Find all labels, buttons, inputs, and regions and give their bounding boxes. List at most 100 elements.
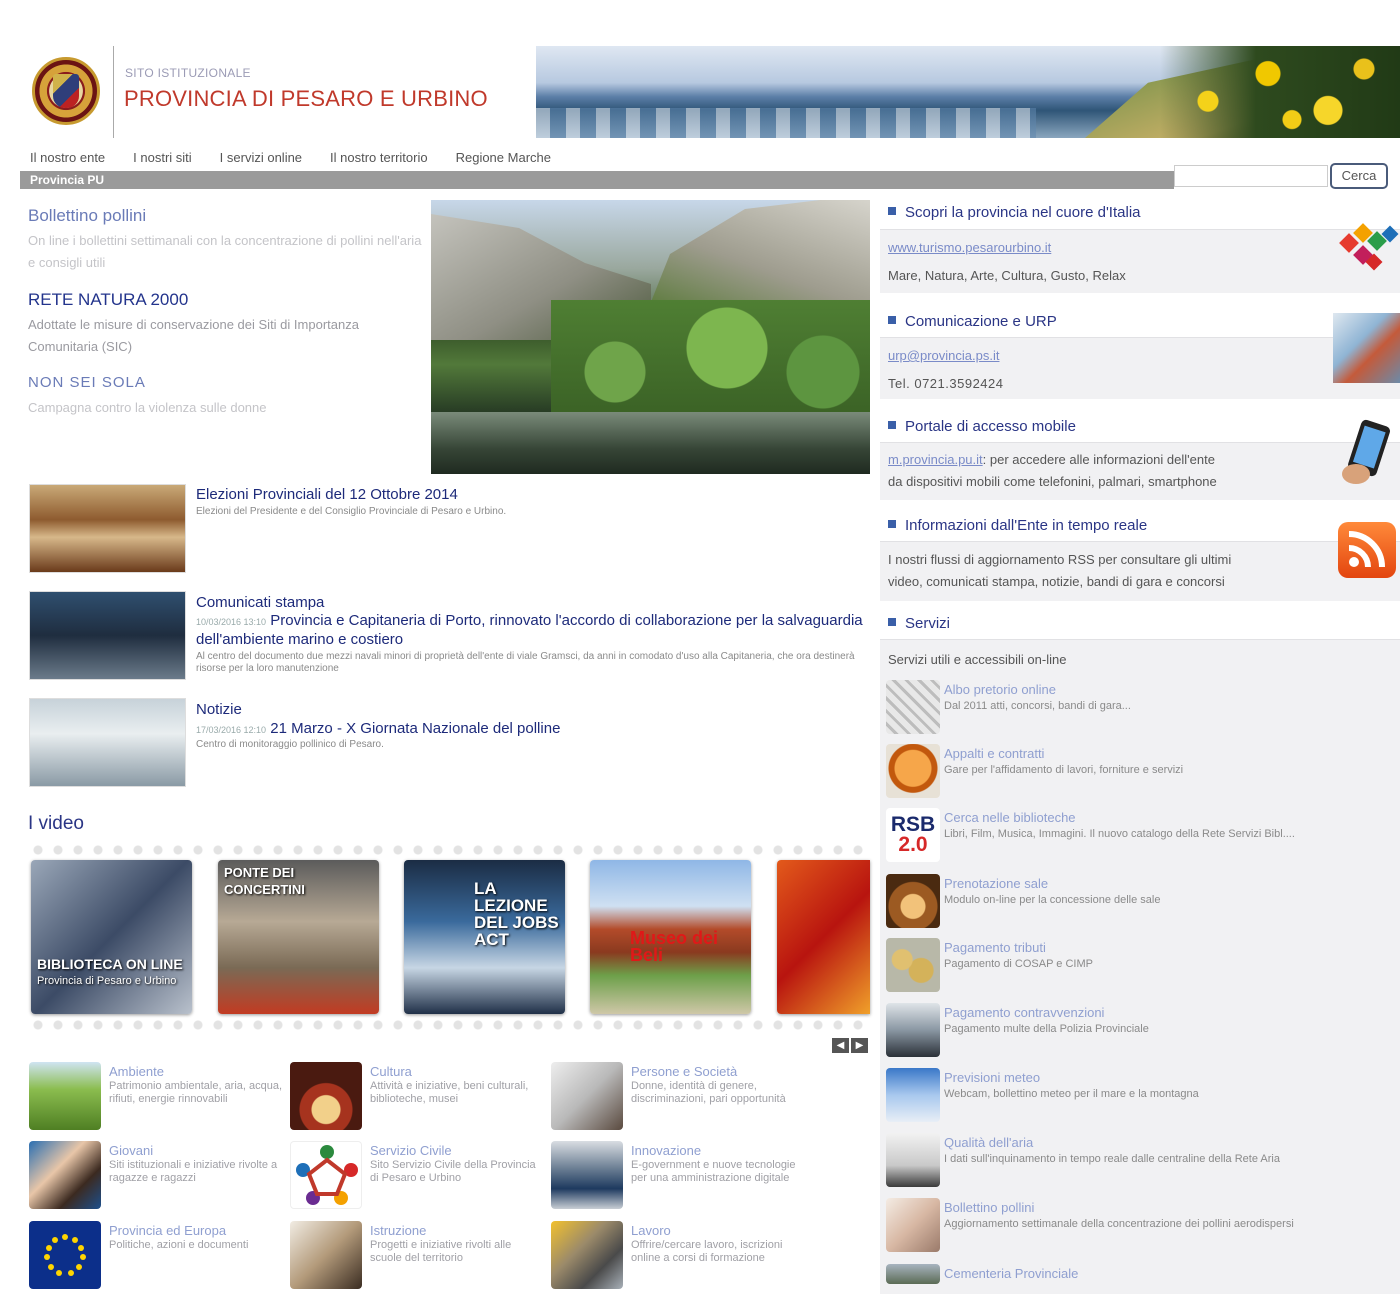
urp-office-image[interactable] bbox=[1333, 313, 1400, 383]
box-panel-mobile bbox=[880, 442, 1400, 500]
innovazione-icon bbox=[551, 1141, 623, 1209]
news-desc-comunicati: Al centro del documento due mezzi navali… bbox=[196, 651, 855, 674]
servizio-civile-icon bbox=[290, 1141, 362, 1209]
video-thumb-ponte[interactable]: PONTE DEI CONCERTINI bbox=[218, 860, 379, 1014]
box-panel-rss bbox=[880, 541, 1400, 601]
category-istruzione[interactable]: Istruzione Progetti e iniziative rivolti… bbox=[290, 1221, 545, 1293]
videos-heading: I video bbox=[28, 813, 84, 834]
tributi-icon bbox=[886, 938, 940, 992]
box-title-urp[interactable]: Comunicazione e URP bbox=[888, 313, 1057, 330]
service-pollini[interactable]: Bollettino pollini Aggiornamento settima… bbox=[886, 1198, 1400, 1254]
services-title: Servizi bbox=[888, 615, 950, 632]
news-thumb-comunicati[interactable] bbox=[29, 591, 186, 680]
ambiente-icon bbox=[29, 1062, 101, 1130]
rsb-logo-icon: RSB 2.0 bbox=[886, 808, 940, 862]
aria-icon bbox=[886, 1133, 940, 1187]
service-prenotazione[interactable]: Prenotazione sale Modulo on-line per la … bbox=[886, 874, 1400, 930]
film-strip-top bbox=[28, 843, 870, 857]
news-heading-notizie[interactable]: Notizie bbox=[196, 701, 242, 718]
video-thumb-partial[interactable] bbox=[777, 860, 870, 1014]
feature-title-rete-natura[interactable]: RETE NATURA 2000 bbox=[28, 290, 188, 310]
news-thumb-notizie[interactable] bbox=[29, 698, 186, 787]
video-thumb-biblioteca[interactable]: BIBLIOTECA ON LINE Provincia di Pesaro e… bbox=[31, 860, 192, 1014]
feature-title-non-sei-sola[interactable]: NON SEI SOLA bbox=[28, 374, 146, 391]
header-divider bbox=[113, 46, 114, 138]
tourism-logo-icon[interactable] bbox=[1334, 222, 1400, 280]
breadcrumb-bar: Provincia PU bbox=[20, 171, 1174, 189]
nav-item-territorio[interactable]: Il nostro territorio bbox=[330, 150, 428, 170]
box-link-mobile[interactable]: m.provincia.pu.it bbox=[888, 452, 983, 467]
box-text2-mobile: da dispositivi mobili come telefonini, p… bbox=[888, 474, 1217, 489]
site-title[interactable]: PROVINCIA DI PESARO E URBINO bbox=[124, 86, 488, 112]
category-giovani[interactable]: Giovani Siti istituzionali e iniziative … bbox=[29, 1141, 284, 1213]
meteo-icon bbox=[886, 1068, 940, 1122]
pollini-icon bbox=[886, 1198, 940, 1252]
nav-item-regione-marche[interactable]: Regione Marche bbox=[456, 150, 551, 170]
contravvenzioni-icon bbox=[886, 1003, 940, 1057]
rss-icon[interactable] bbox=[1338, 522, 1396, 578]
smartphone-icon[interactable] bbox=[1336, 418, 1400, 488]
nav-item-i-nostri-siti[interactable]: I nostri siti bbox=[133, 150, 192, 170]
film-strip-bottom bbox=[28, 1018, 870, 1032]
category-cultura[interactable]: Cultura Attività e iniziative, beni cult… bbox=[290, 1062, 545, 1134]
news-headline-comunicati[interactable]: Provincia e Capitaneria di Porto, rinnov… bbox=[196, 612, 863, 648]
service-albo[interactable]: Albo pretorio online Dal 2011 atti, conc… bbox=[886, 680, 1400, 736]
feature-desc-rete-natura: Adottate le misure di conservazione dei … bbox=[28, 317, 359, 354]
news-item-comunicati[interactable]: 10/03/2016 13:10 Provincia e Capitaneria… bbox=[196, 612, 868, 648]
video-nav: ◀ ▶ bbox=[832, 1038, 868, 1053]
category-lavoro[interactable]: Lavoro Offrire/cercare lavoro, iscrizion… bbox=[551, 1221, 806, 1293]
news-headline-notizie[interactable]: 21 Marzo - X Giornata Nazionale del poll… bbox=[270, 720, 560, 737]
category-europa[interactable]: Provincia ed Europa Politiche, azioni e … bbox=[29, 1221, 284, 1293]
cementeria-icon bbox=[886, 1264, 940, 1284]
video-thumb-museo[interactable]: Museo dei Beli bbox=[590, 860, 751, 1014]
albo-icon bbox=[886, 680, 940, 734]
service-aria[interactable]: Qualità dell'aria I dati sull'inquinamen… bbox=[886, 1133, 1400, 1189]
box-title-mobile[interactable]: Portale di accesso mobile bbox=[888, 418, 1076, 435]
service-appalti[interactable]: Appalti e contratti Gare per l'affidamen… bbox=[886, 744, 1400, 800]
news-date-comunicati: 10/03/2016 13:10 bbox=[196, 617, 267, 627]
nav-item-servizi-online[interactable]: I servizi online bbox=[220, 150, 302, 170]
service-biblioteche[interactable]: RSB 2.0 Cerca nelle biblioteche Libri, F… bbox=[886, 808, 1400, 864]
category-innovazione[interactable]: Innovazione E-government e nuove tecnolo… bbox=[551, 1141, 806, 1213]
news-heading-comunicati[interactable]: Comunicati stampa bbox=[196, 594, 324, 611]
box-text-rss: I nostri flussi di aggiornamento RSS per… bbox=[888, 552, 1232, 567]
box-title-rss[interactable]: Informazioni dall'Ente in tempo reale bbox=[888, 517, 1147, 534]
hero-landscape-image[interactable] bbox=[431, 200, 870, 474]
province-logo[interactable] bbox=[32, 57, 100, 125]
appalti-icon bbox=[886, 744, 940, 798]
persone-icon bbox=[551, 1062, 623, 1130]
header-banner-image bbox=[536, 46, 1400, 138]
eu-flag-icon bbox=[29, 1221, 101, 1289]
video-thumb-jobs-act[interactable]: LA LEZIONE DEL JOBS ACT bbox=[404, 860, 565, 1014]
cultura-icon bbox=[290, 1062, 362, 1130]
box-text-scopri: Mare, Natura, Arte, Cultura, Gusto, Rela… bbox=[888, 268, 1126, 283]
feature-desc-bollettino: On line i bollettini settimanali con la … bbox=[28, 233, 422, 270]
search-input[interactable] bbox=[1174, 165, 1328, 187]
service-tributi[interactable]: Pagamento tributi Pagamento di COSAP e C… bbox=[886, 938, 1400, 994]
search-button[interactable]: Cerca bbox=[1330, 163, 1388, 189]
page: SITO ISTITUZIONALE PROVINCIA DI PESARO E… bbox=[0, 0, 1400, 1294]
services-subtitle: Servizi utili e accessibili on-line bbox=[888, 652, 1067, 667]
giovani-icon bbox=[29, 1141, 101, 1209]
box-panel-scopri bbox=[880, 229, 1400, 293]
category-servizio-civile[interactable]: Servizio Civile Sito Servizio Civile del… bbox=[290, 1141, 545, 1213]
news-heading-elezioni[interactable]: Elezioni Provinciali del 12 Ottobre 2014 bbox=[196, 486, 458, 503]
prev-arrow-icon[interactable]: ◀ bbox=[832, 1038, 849, 1053]
service-meteo[interactable]: Previsioni meteo Webcam, bollettino mete… bbox=[886, 1068, 1400, 1124]
site-subtitle: SITO ISTITUZIONALE bbox=[125, 66, 251, 80]
nav-item-il-nostro-ente[interactable]: Il nostro ente bbox=[30, 150, 105, 170]
news-thumb-elezioni[interactable] bbox=[29, 484, 186, 573]
feature-desc-non-sei-sola: Campagna contro la violenza sulle donne bbox=[28, 400, 267, 415]
box-title-scopri[interactable]: Scopri la provincia nel cuore d'Italia bbox=[888, 204, 1141, 221]
category-persone-societa[interactable]: Persone e Società Donne, identità di gen… bbox=[551, 1062, 806, 1134]
service-cementeria[interactable]: Cementeria Provinciale bbox=[886, 1264, 1400, 1294]
box-text2-rss: video, comunicati stampa, notizie, bandi… bbox=[888, 574, 1225, 589]
box-link-urp[interactable]: urp@provincia.ps.it bbox=[888, 348, 999, 363]
service-contravvenzioni[interactable]: Pagamento contravvenzioni Pagamento mult… bbox=[886, 1003, 1400, 1059]
box-text-urp: Tel. 0721.3592424 bbox=[888, 376, 1004, 391]
box-link-turismo[interactable]: www.turismo.pesarourbino.it bbox=[888, 240, 1051, 255]
feature-title-bollettino[interactable]: Bollettino pollini bbox=[28, 206, 146, 226]
news-item-notizie[interactable]: 17/03/2016 12:10 21 Marzo - X Giornata N… bbox=[196, 720, 560, 737]
category-ambiente[interactable]: Ambiente Patrimonio ambientale, aria, ac… bbox=[29, 1062, 284, 1134]
next-arrow-icon[interactable]: ▶ bbox=[851, 1038, 868, 1053]
